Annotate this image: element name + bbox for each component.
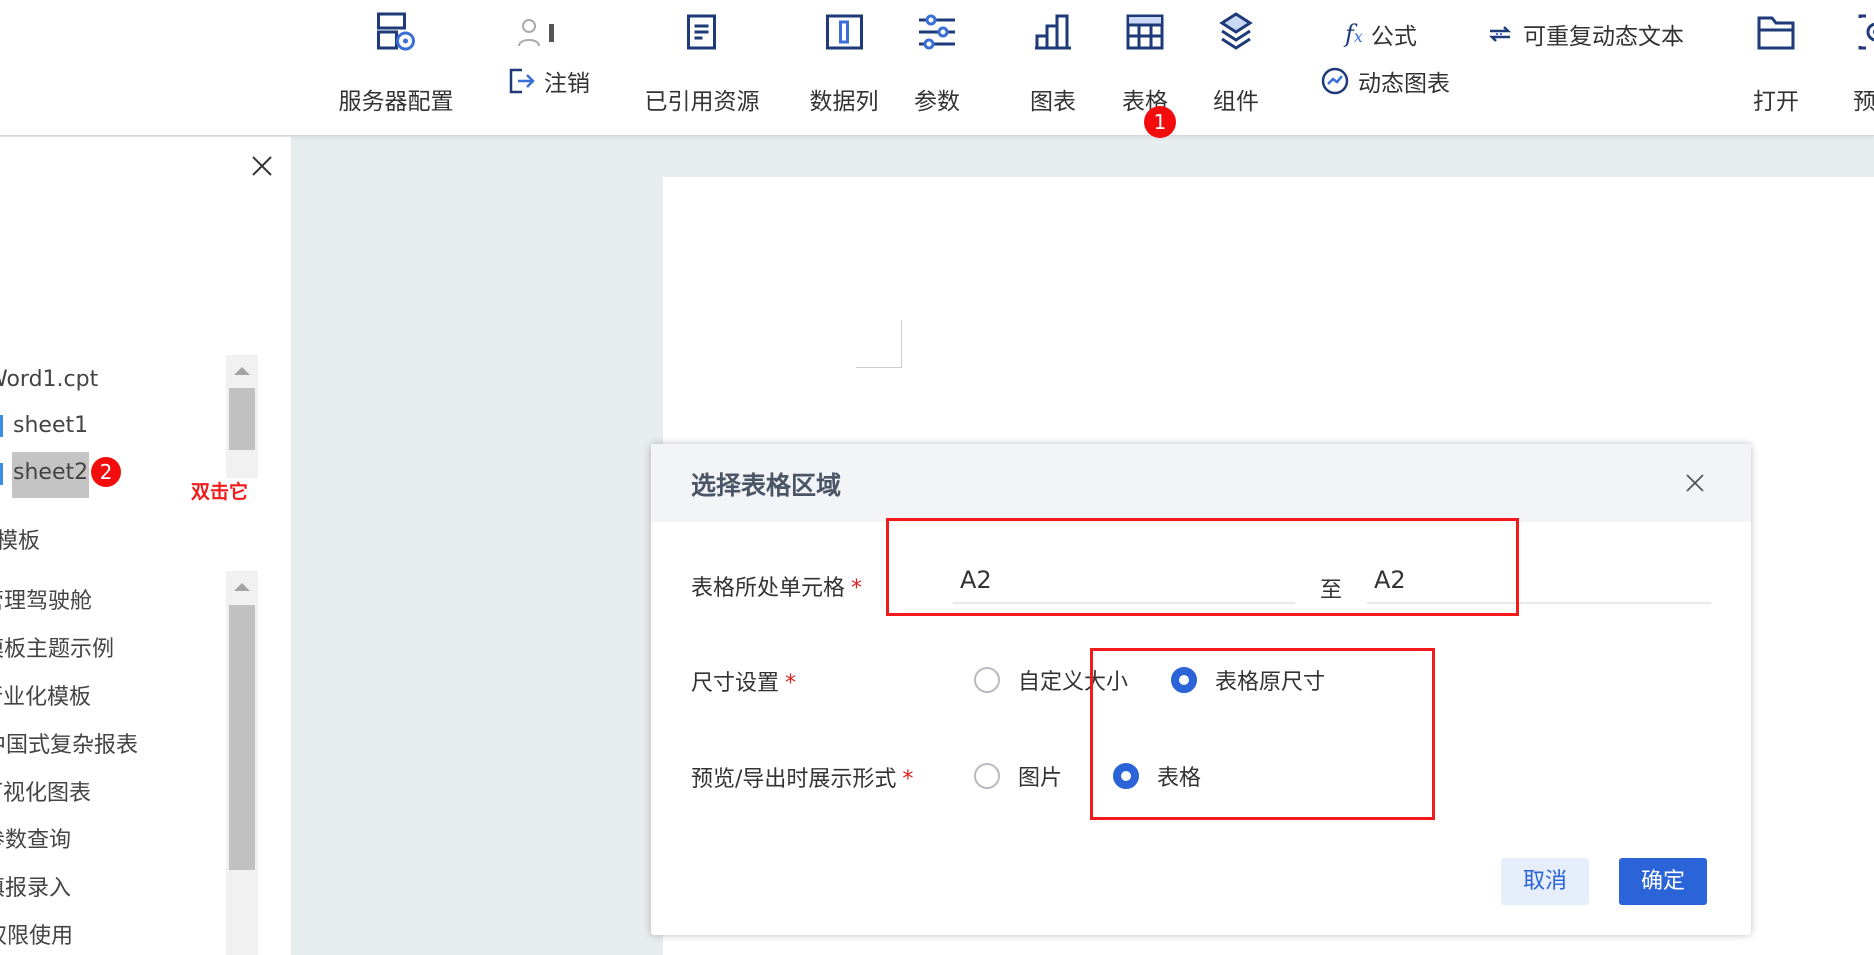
parameters-label: 参数 — [914, 89, 960, 115]
dynamic-chart-button[interactable]: 动态图表 — [1320, 64, 1450, 98]
data-column-icon — [825, 14, 863, 50]
sheet-item[interactable]: sheet1 — [13, 413, 88, 438]
user-icon — [518, 19, 554, 47]
file-item[interactable]: Word1.cpt — [0, 367, 98, 392]
template-item[interactable]: 参数查询 — [0, 822, 71, 854]
chart-label: 图表 — [1030, 89, 1076, 115]
confirm-button[interactable]: 确定 — [1619, 858, 1707, 905]
size-field-label: 尺寸设置 * — [691, 671, 797, 696]
template-item[interactable]: 管理驾驶舱 — [0, 583, 92, 615]
cell-corner-mark — [856, 320, 902, 368]
template-item[interactable]: 行业化模板 — [0, 679, 91, 711]
dialog-header: 选择表格区域 — [651, 444, 1751, 522]
layers-icon — [1219, 12, 1253, 50]
logout-icon — [509, 68, 535, 94]
repeatable-text-button[interactable]: 可重复动态文本 — [1485, 17, 1684, 51]
radio-circle — [974, 763, 1000, 789]
dynamic-chart-label: 动态图表 — [1358, 71, 1450, 97]
annotation-double-click: 双击它 — [191, 481, 249, 503]
step-2-badge: 2 — [91, 457, 121, 487]
preview-button[interactable]: 预览 — [1853, 10, 1874, 116]
select-table-region-dialog: 选择表格区域 表格所处单元格 * A2 至 A2 尺寸设置 * 自定义大小 表格原尺… — [651, 444, 1751, 935]
cancel-button[interactable]: 取消 — [1501, 858, 1589, 905]
template-item[interactable]: 中国式复杂报表 — [0, 727, 138, 759]
radio-circle — [974, 667, 1000, 693]
close-icon[interactable] — [1685, 473, 1705, 493]
template-item[interactable]: 填报录入 — [0, 870, 71, 902]
radio-label: 图片 — [1018, 766, 1063, 791]
bar-chart-icon — [1035, 14, 1071, 50]
formula-label: 公式 — [1370, 24, 1417, 50]
parameters-button[interactable]: 参数 — [914, 10, 960, 116]
chart-button[interactable]: 图表 — [1030, 10, 1076, 116]
server-config-button[interactable]: 服务器配置 — [339, 10, 454, 116]
data-column-button[interactable]: 数据列 — [810, 10, 879, 116]
dynamic-chart-icon — [1321, 67, 1349, 95]
sheet-icon — [0, 415, 3, 437]
sheet-item-selected[interactable]: sheet2 — [12, 452, 90, 498]
component-label: 组件 — [1213, 89, 1259, 115]
sliders-icon — [919, 14, 955, 50]
close-icon[interactable] — [251, 155, 273, 177]
repeatable-text-label: 可重复动态文本 — [1523, 24, 1684, 50]
toolbar: 服务器配置 注销 已引用资源 数据列 参数 图表 表格 1 组件 fx 公式 动… — [0, 0, 1874, 138]
dialog-title: 选择表格区域 — [691, 471, 842, 500]
display-field-label: 预览/导出时展示形式 * — [691, 767, 914, 792]
table-icon — [1126, 14, 1164, 50]
highlight-box — [1090, 648, 1435, 820]
highlight-box — [886, 518, 1519, 616]
formula-button[interactable]: fx 公式 — [1345, 17, 1417, 51]
cell-field-label: 表格所处单元格 * — [691, 576, 863, 601]
folder-icon — [1757, 16, 1795, 50]
server-config-label: 服务器配置 — [338, 89, 454, 115]
repeat-icon — [1488, 26, 1512, 42]
template-panel: Word1.cpt sheet1 sheet2 2 双击它 模板 管理驾驶舱 模… — [0, 137, 291, 955]
template-header: 模板 — [0, 529, 41, 554]
referenced-resources-label: 已引用资源 — [644, 89, 760, 115]
preview-eye-icon — [1858, 14, 1874, 50]
data-column-label: 数据列 — [809, 89, 879, 115]
preview-label: 预览 — [1853, 89, 1874, 115]
table-button[interactable]: 表格 — [1122, 10, 1168, 116]
open-label: 打开 — [1753, 89, 1799, 115]
template-item[interactable]: 可视化图表 — [0, 775, 91, 807]
open-button[interactable]: 打开 — [1753, 10, 1799, 116]
referenced-resources-button[interactable]: 已引用资源 — [645, 10, 760, 116]
step-1-badge: 1 — [1144, 106, 1176, 138]
radio-image[interactable]: 图片 — [974, 760, 1062, 792]
template-item[interactable]: 权限使用 — [0, 918, 73, 950]
logout-button[interactable]: 注销 — [506, 64, 590, 98]
server-gear-icon — [376, 12, 415, 51]
logout-label: 注销 — [544, 71, 590, 97]
scrollbar[interactable] — [226, 571, 258, 955]
template-item[interactable]: 模板主题示例 — [0, 631, 114, 663]
scrollbar[interactable] — [226, 355, 258, 478]
document-icon — [686, 14, 716, 50]
component-button[interactable]: 组件 — [1213, 10, 1259, 116]
fx-icon: fx — [1345, 20, 1363, 48]
sheet-icon — [0, 463, 3, 485]
